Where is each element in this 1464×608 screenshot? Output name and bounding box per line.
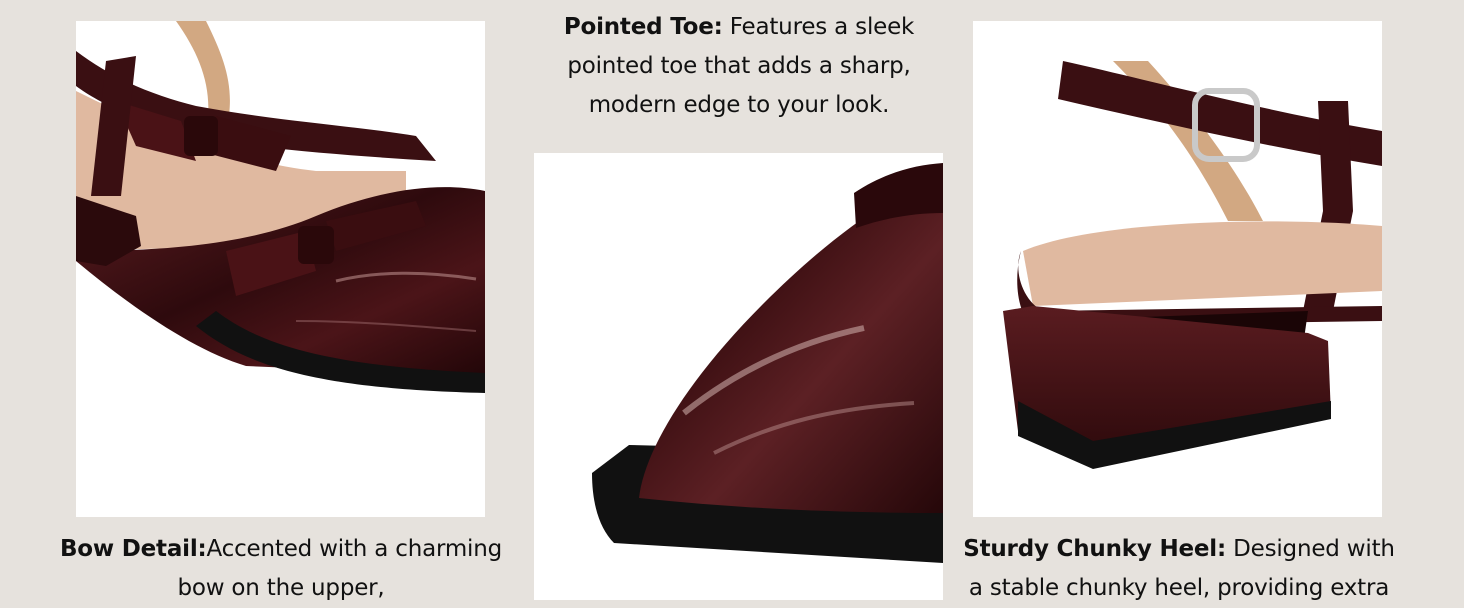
bow-detail-title: Bow Detail: (59, 536, 207, 562)
chunky-heel-caption: Sturdy Chunky Heel: Designed with a stab… (954, 530, 1404, 608)
chunky-heel-image (973, 21, 1382, 517)
pointed-toe-caption: Pointed Toe: Features a sleek pointed to… (535, 8, 943, 125)
bow-detail-caption: Bow Detail:Accented with a charming bow … (56, 530, 506, 608)
pointed-toe-title: Pointed Toe: (563, 14, 723, 40)
pointed-toe-image (534, 153, 943, 600)
chunky-heel-title: Sturdy Chunky Heel: (963, 536, 1226, 562)
bow-detail-text: Accented with a charming bow on the uppe… (177, 536, 503, 601)
bow-detail-image (76, 21, 485, 517)
